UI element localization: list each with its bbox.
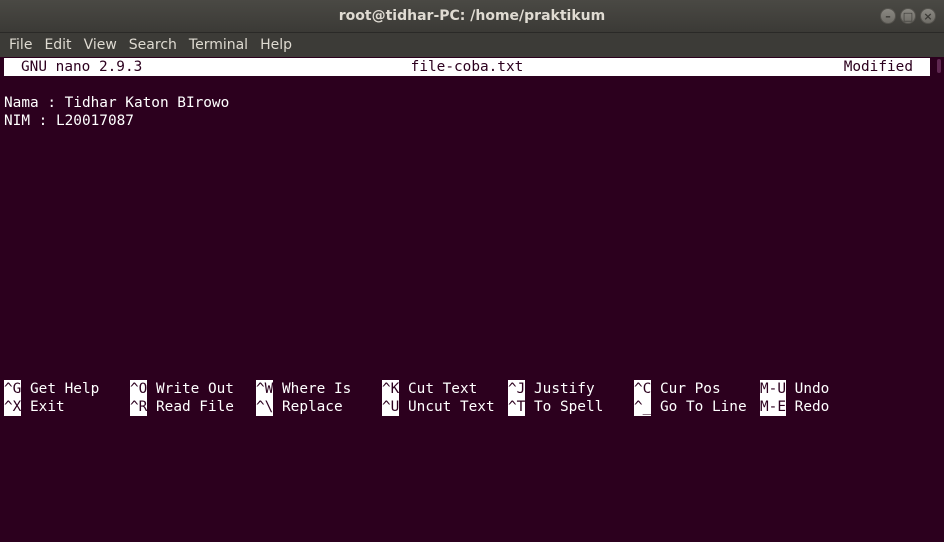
shortcut-label: Where Is [273, 381, 352, 397]
shortcut-cur-pos[interactable]: ^C Cur Pos [634, 380, 721, 398]
shortcut-label: Write Out [147, 381, 234, 397]
shortcut-label: Go To Line [651, 399, 747, 415]
shortcut-row-2: ^X Exit ^R Read File ^\ Replace ^U Uncut… [4, 398, 930, 416]
scrollbar[interactable] [932, 57, 944, 422]
nano-filename: file-coba.txt [410, 59, 524, 75]
shortcut-label: Get Help [21, 381, 100, 397]
shortcut-label: To Spell [525, 399, 604, 415]
terminal-window: root@tidhar-PC: /home/praktikum – □ × Fi… [0, 0, 944, 422]
minimize-icon[interactable]: – [880, 8, 896, 24]
shortcut-cut-text[interactable]: ^K Cut Text [382, 380, 477, 398]
text-line[interactable]: NIM : L20017087 [4, 112, 134, 130]
shortcut-label: Read File [147, 399, 234, 415]
shortcut-key: ^T [508, 398, 526, 416]
maximize-icon[interactable]: □ [900, 8, 916, 24]
shortcut-label: Exit [21, 399, 65, 415]
shortcut-key: M-U [760, 380, 786, 398]
shortcut-label: Justify [525, 381, 595, 397]
shortcut-key: ^W [256, 380, 274, 398]
menu-search[interactable]: Search [123, 37, 183, 53]
shortcut-label: Cut Text [399, 381, 478, 397]
menu-help[interactable]: Help [254, 37, 298, 53]
shortcut-write-out[interactable]: ^O Write Out [130, 380, 234, 398]
shortcut-key: ^C [634, 380, 652, 398]
window-controls: – □ × [880, 8, 936, 24]
close-icon[interactable]: × [920, 8, 936, 24]
shortcut-key: ^_ [634, 398, 652, 416]
shortcut-key: ^J [508, 380, 526, 398]
terminal-area[interactable]: GNU nano 2.9.3 file-coba.txt Modified Na… [0, 57, 932, 422]
nano-header-bar: GNU nano 2.9.3 file-coba.txt Modified [4, 58, 930, 76]
menu-view[interactable]: View [78, 37, 123, 53]
title-bar[interactable]: root@tidhar-PC: /home/praktikum – □ × [0, 0, 944, 33]
scrollbar-thumb[interactable] [937, 59, 941, 73]
shortcut-go-to-line[interactable]: ^_ Go To Line [634, 398, 747, 416]
shortcut-where-is[interactable]: ^W Where Is [256, 380, 351, 398]
menu-bar: File Edit View Search Terminal Help [0, 33, 944, 57]
shortcut-label: Cur Pos [651, 381, 721, 397]
shortcut-key: M-E [760, 398, 786, 416]
shortcut-label: Undo [786, 381, 830, 397]
shortcut-label: Uncut Text [399, 399, 495, 415]
nano-status: Modified [843, 59, 913, 75]
shortcut-exit[interactable]: ^X Exit [4, 398, 65, 416]
shortcut-redo[interactable]: M-E Redo [760, 398, 829, 416]
shortcut-key: ^K [382, 380, 400, 398]
shortcut-key: ^\ [256, 398, 274, 416]
shortcut-label: Replace [273, 399, 343, 415]
menu-file[interactable]: File [3, 37, 38, 53]
shortcut-read-file[interactable]: ^R Read File [130, 398, 234, 416]
shortcut-to-spell[interactable]: ^T To Spell [508, 398, 603, 416]
window-title: root@tidhar-PC: /home/praktikum [338, 8, 606, 24]
shortcut-row-1: ^G Get Help ^O Write Out ^W Where Is ^K … [4, 380, 930, 398]
shortcut-key: ^X [4, 398, 22, 416]
shortcut-replace[interactable]: ^\ Replace [256, 398, 343, 416]
shortcut-justify[interactable]: ^J Justify [508, 380, 595, 398]
shortcut-key: ^R [130, 398, 148, 416]
menu-edit[interactable]: Edit [38, 37, 77, 53]
shortcut-undo[interactable]: M-U Undo [760, 380, 829, 398]
shortcut-key: ^U [382, 398, 400, 416]
text-line[interactable]: Nama : Tidhar Katon BIrowo [4, 94, 229, 112]
shortcut-key: ^G [4, 380, 22, 398]
shortcut-label: Redo [786, 399, 830, 415]
shortcut-key: ^O [130, 380, 148, 398]
menu-terminal[interactable]: Terminal [183, 37, 254, 53]
shortcut-get-help[interactable]: ^G Get Help [4, 380, 99, 398]
shortcut-uncut-text[interactable]: ^U Uncut Text [382, 398, 495, 416]
